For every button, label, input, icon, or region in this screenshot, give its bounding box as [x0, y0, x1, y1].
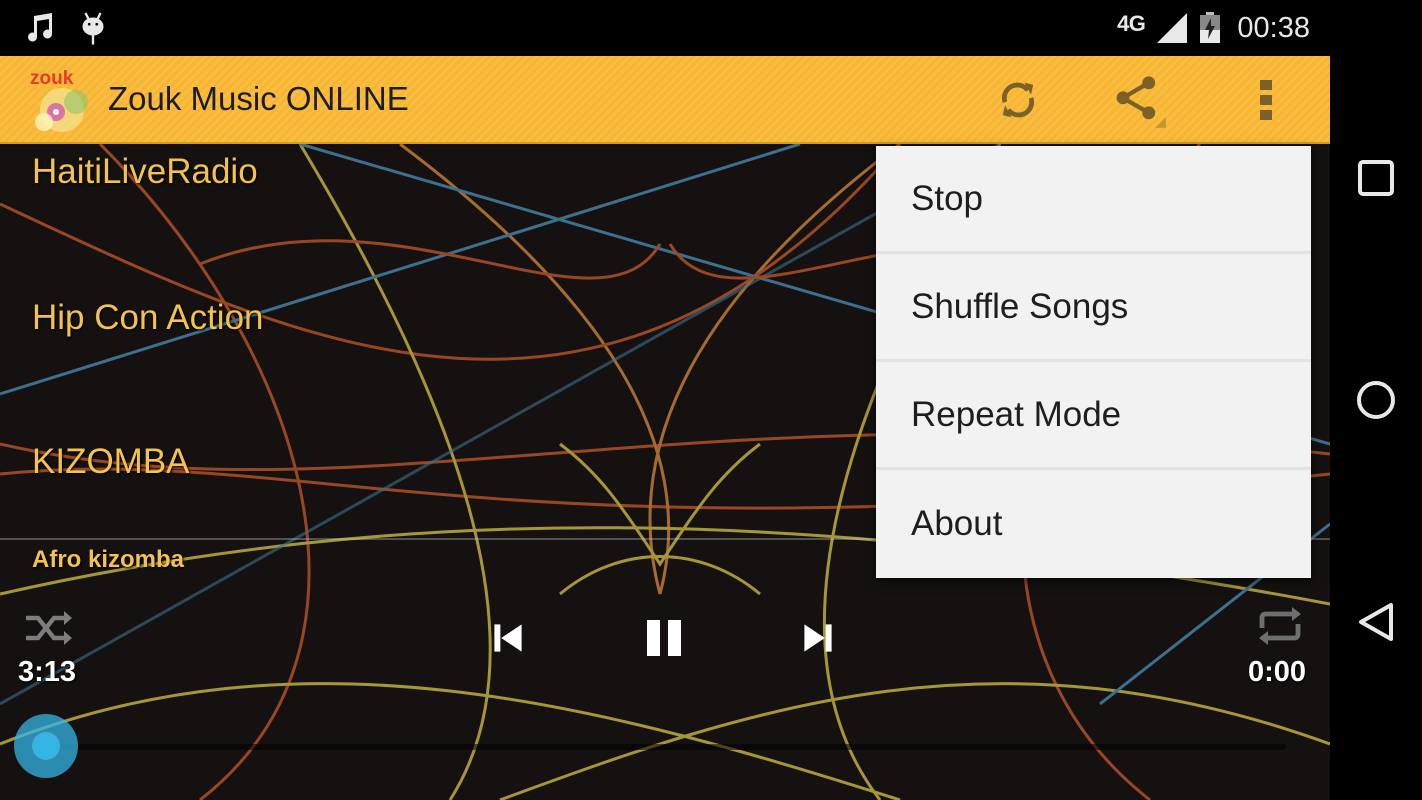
menu-item-stop[interactable]: Stop [876, 146, 1311, 254]
action-bar: zouk Zouk Music ONLINE [0, 56, 1330, 144]
menu-item-label: Stop [911, 178, 983, 218]
svg-text:zouk: zouk [30, 68, 74, 89]
clock: 00:38 [1237, 11, 1310, 44]
status-bar: 4G 00:38 [0, 0, 1422, 56]
back-button[interactable] [1350, 596, 1402, 648]
repeat-button[interactable] [1254, 606, 1306, 646]
shuffle-button[interactable] [22, 608, 74, 648]
total-time: 0:00 [1248, 656, 1307, 688]
app-window: zouk Zouk Music ONLINE HaitiLiveRadio Hi… [0, 56, 1330, 800]
menu-item-shuffle-songs[interactable]: Shuffle Songs [876, 254, 1311, 362]
app-title: Zouk Music ONLINE [108, 80, 409, 117]
next-button[interactable] [790, 612, 846, 664]
navigation-bar [1330, 56, 1422, 800]
now-playing-title: Afro kizomba [32, 546, 185, 573]
battery-charging-icon [1200, 12, 1221, 43]
overflow-menu-button[interactable] [1236, 70, 1296, 130]
android-debug-icon [82, 12, 104, 45]
refresh-icon [1002, 82, 1034, 118]
share-icon [1116, 76, 1166, 128]
overflow-menu: Stop Shuffle Songs Repeat Mode About [876, 146, 1311, 578]
menu-item-about[interactable]: About [876, 470, 1311, 578]
station-item[interactable]: Hip Con Action [32, 298, 264, 338]
skip-previous-icon [494, 624, 522, 652]
recents-button[interactable] [1350, 152, 1402, 204]
home-button[interactable] [1350, 374, 1402, 426]
previous-button[interactable] [480, 612, 536, 664]
shuffle-icon [26, 611, 72, 645]
station-item[interactable]: HaitiLiveRadio [32, 152, 258, 192]
seek-thumb[interactable] [14, 714, 78, 778]
station-item[interactable]: KIZOMBA [32, 442, 190, 482]
status-indicators: 4G 00:38 [1117, 8, 1310, 48]
menu-item-label: Repeat Mode [911, 394, 1122, 434]
pause-icon [647, 620, 681, 656]
network-type: 4G [1117, 11, 1146, 36]
more-vert-icon [1260, 80, 1272, 120]
share-button[interactable] [1108, 70, 1168, 130]
menu-item-label: About [911, 504, 1003, 543]
skip-next-icon [804, 624, 832, 652]
elapsed-time: 3:13 [18, 656, 77, 688]
back-icon [1359, 603, 1393, 641]
recents-icon [1358, 160, 1394, 196]
signal-icon [1157, 13, 1188, 43]
home-icon [1357, 381, 1395, 419]
repeat-icon [1259, 607, 1301, 645]
app-logo: zouk [30, 68, 88, 132]
refresh-button[interactable] [988, 70, 1048, 130]
music-note-icon [28, 13, 53, 42]
seek-bar[interactable] [46, 744, 1286, 750]
pause-button[interactable] [636, 612, 692, 664]
menu-item-repeat-mode[interactable]: Repeat Mode [876, 362, 1311, 470]
menu-item-label: Shuffle Songs [911, 286, 1129, 326]
